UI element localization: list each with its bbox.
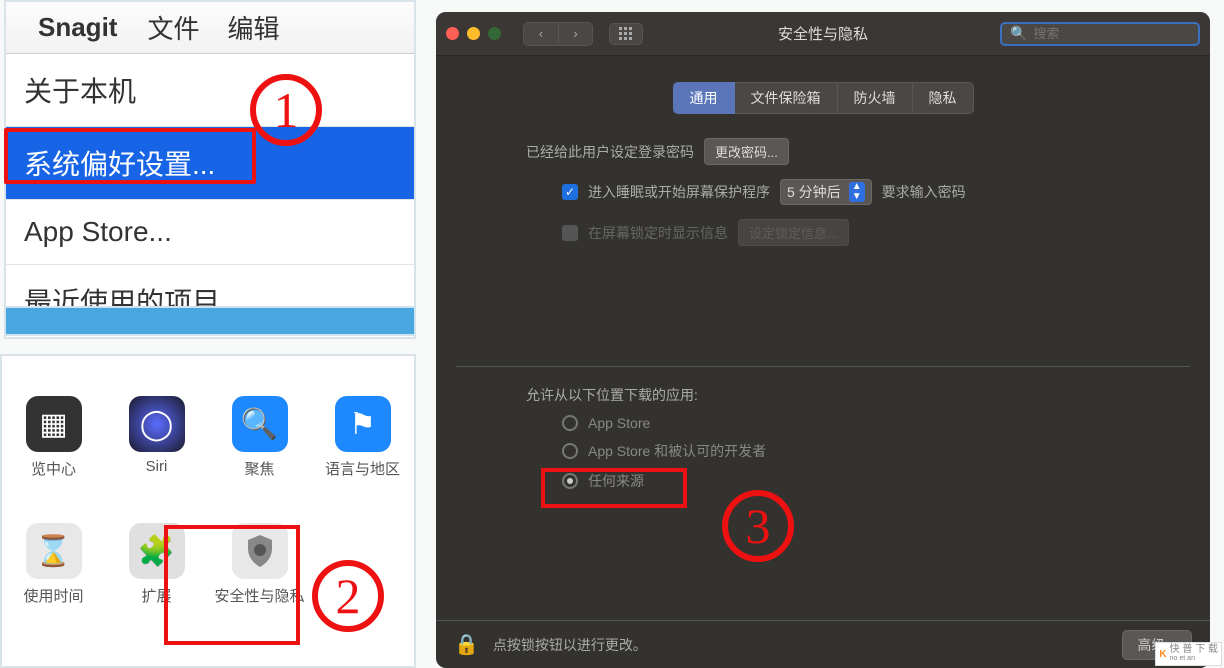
siri-icon: ◯ [129,396,185,452]
pref-label: 安全性与隐私 [214,585,304,606]
allow-apps-title: 允许从以下位置下载的应用: [526,385,1210,405]
pref-label: 语言与地区 [325,458,400,479]
pref-item-spotlight[interactable]: 🔍 聚焦 [208,396,311,479]
lock-icon[interactable]: 🔒 [454,632,479,657]
allow-apps-section: 允许从以下位置下载的应用: App Store App Store 和被认可的开… [436,367,1210,491]
minimize-window-button[interactable] [467,27,480,40]
search-icon: 🔍 [1010,25,1027,42]
search-input[interactable] [1033,26,1209,41]
window-titlebar: ‹ › 安全性与隐私 🔍 [436,12,1210,56]
decorative-strip [4,306,416,336]
require-password-prefix: 进入睡眠或开始屏幕保护程序 [588,182,770,202]
allow-option-label: 任何来源 [588,471,644,491]
screen-time-icon: ⌛ [26,523,82,579]
pref-label: 览中心 [31,458,76,479]
mission-control-icon: ▦ [26,396,82,452]
pref-item-siri[interactable]: ◯ Siri [105,396,208,479]
show-all-button[interactable] [609,23,643,45]
apple-menu-panel: Snagit 文件 编辑 关于本机 系统偏好设置... App Store...… [4,0,416,339]
tab-firewall[interactable]: 防火墙 [838,82,913,114]
menu-item-app-store[interactable]: App Store... [6,200,414,265]
watermark-logo: K [1159,649,1166,660]
watermark: K 快 普 下 载 no et an [1155,642,1222,666]
allow-option-identified[interactable]: App Store 和被认可的开发者 [562,441,1210,461]
require-password-checkbox[interactable]: ✓ [562,184,578,200]
extensions-icon: 🧩 [129,523,185,579]
pref-label: 扩展 [141,585,171,606]
unlock-hint: 点按锁按钮以进行更改。 [493,635,647,655]
menubar-file[interactable]: 文件 [147,9,199,46]
close-window-button[interactable] [446,27,459,40]
login-password-label: 已经给此用户设定登录密码 [526,142,694,162]
tab-general[interactable]: 通用 [673,82,735,114]
menubar: Snagit 文件 编辑 [6,2,414,54]
nav-back-button[interactable]: ‹ [524,23,558,45]
pref-item-screen-time[interactable]: ⌛ 使用时间 [2,523,105,606]
allow-option-app-store[interactable]: App Store [562,415,1210,431]
nav-back-forward: ‹ › [523,22,593,46]
nav-forward-button[interactable]: › [558,23,592,45]
allow-option-label: App Store 和被认可的开发者 [588,441,766,461]
allow-option-anywhere[interactable]: 任何来源 [562,471,1210,491]
menu-item-system-preferences[interactable]: 系统偏好设置... [6,127,414,200]
language-region-icon: ⚑ [335,396,391,452]
require-password-suffix: 要求输入密码 [882,182,966,202]
radio-icon [562,443,578,459]
set-lock-message-button[interactable]: 设定锁定信息... [738,219,849,246]
security-privacy-window: ‹ › 安全性与隐私 🔍 通用 文件保险箱 防火墙 隐私 已经给此用户设定登录密… [436,12,1210,668]
change-password-button[interactable]: 更改密码... [704,138,789,165]
radio-icon [562,415,578,431]
pref-label: 使用时间 [23,585,83,606]
search-field[interactable]: 🔍 [1000,22,1200,46]
apple-menu-dropdown: 关于本机 系统偏好设置... App Store... 最近使用的项目 [6,54,414,337]
require-password-delay-select[interactable]: 5 分钟后 ▲▼ [780,179,872,205]
allow-option-label: App Store [588,415,650,431]
pref-item-extensions[interactable]: 🧩 扩展 [105,523,208,606]
radio-icon [562,473,578,489]
window-footer: 🔒 点按锁按钮以进行更改。 高级... [436,620,1210,668]
zoom-window-button[interactable] [488,27,501,40]
system-preferences-panel: ▦ 览中心 ◯ Siri 🔍 聚焦 ⚑ 语言与地区 ⌛ 使用时间 🧩 扩展 安全… [0,354,416,668]
chevron-up-down-icon: ▲▼ [849,182,865,202]
tab-privacy[interactable]: 隐私 [913,82,974,114]
tab-filevault[interactable]: 文件保险箱 [735,82,838,114]
pref-item-mission-control[interactable]: ▦ 览中心 [2,396,105,479]
menubar-edit[interactable]: 编辑 [227,9,279,46]
pref-item-security-privacy[interactable]: 安全性与隐私 [208,523,311,606]
menu-item-about[interactable]: 关于本机 [6,54,414,127]
show-lock-message-label: 在屏幕锁定时显示信息 [588,223,728,243]
pref-label: Siri [146,458,168,475]
general-tab-content: 已经给此用户设定登录密码 更改密码... ✓ 进入睡眠或开始屏幕保护程序 5 分… [436,114,1210,246]
spacer [311,523,414,606]
watermark-text-1: 快 普 下 载 [1170,645,1218,654]
menubar-app-name[interactable]: Snagit [38,12,117,43]
tab-bar: 通用 文件保险箱 防火墙 隐私 [436,82,1210,114]
select-value: 5 分钟后 [787,182,841,202]
watermark-text-2: no et an [1170,654,1218,663]
show-lock-message-checkbox[interactable]: ✓ [562,225,578,241]
spotlight-icon: 🔍 [232,396,288,452]
pref-label: 聚焦 [244,458,274,479]
security-privacy-icon [232,523,288,579]
pref-item-language[interactable]: ⚑ 语言与地区 [311,396,414,479]
